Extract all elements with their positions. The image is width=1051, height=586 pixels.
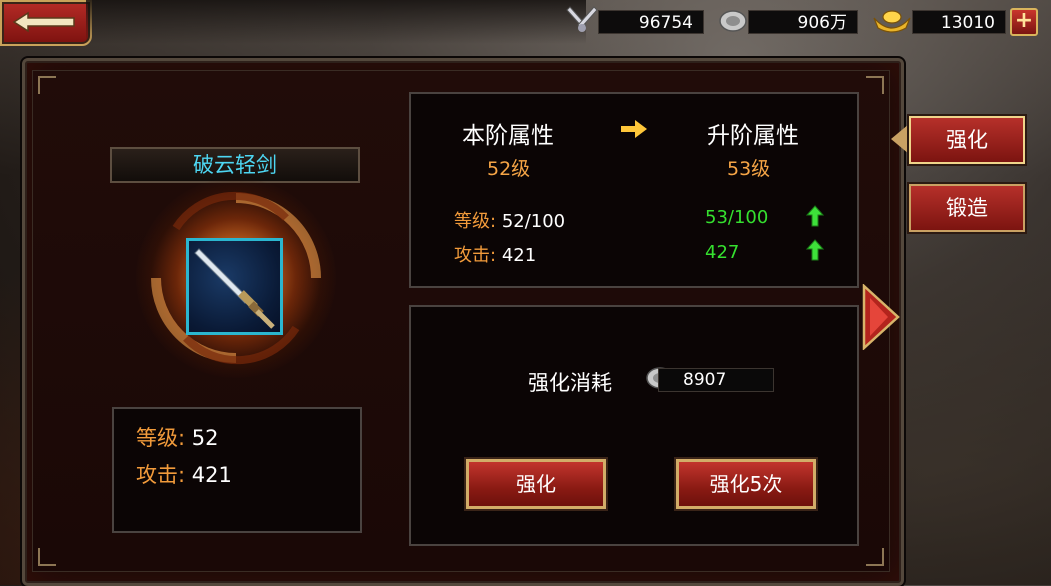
item-attack-row: 攻击: 421 bbox=[136, 459, 232, 489]
increase-arrow-icon bbox=[806, 205, 824, 227]
current-tier-header: 本阶属性 bbox=[462, 123, 554, 149]
frame-corner-ornament bbox=[38, 548, 56, 566]
next-level-value: 53/100 bbox=[705, 207, 769, 228]
add-gold-button[interactable]: + bbox=[1010, 8, 1038, 36]
current-attack-row: 攻击: 421 bbox=[454, 241, 536, 267]
item-slot[interactable] bbox=[186, 238, 283, 335]
next-tier-header: 升阶属性 bbox=[707, 123, 799, 149]
current-attack-label: 攻击: bbox=[454, 245, 497, 266]
next-page-arrow-icon[interactable] bbox=[862, 284, 900, 350]
top-bar-background bbox=[86, 0, 586, 44]
increase-arrow-icon bbox=[806, 239, 824, 261]
enhance-once-button[interactable]: 强化 bbox=[466, 459, 606, 509]
frame-corner-ornament bbox=[866, 548, 884, 566]
tab-forge[interactable]: 锻造 bbox=[909, 184, 1025, 232]
silver-value: 906万 bbox=[748, 10, 858, 34]
item-attack-value: 421 bbox=[191, 463, 232, 487]
tab-enhance[interactable]: 强化 bbox=[909, 116, 1025, 164]
gold-value: 13010 bbox=[912, 10, 1006, 34]
current-tier-level: 52级 bbox=[487, 158, 531, 180]
frame-corner-ornament bbox=[866, 76, 884, 94]
silver-coin-icon bbox=[719, 10, 747, 32]
right-arrow-icon bbox=[621, 120, 647, 138]
back-button[interactable] bbox=[0, 0, 92, 46]
current-attack-value: 421 bbox=[501, 245, 537, 266]
sword-icon bbox=[194, 248, 275, 329]
enhance-cost-value: 8907 bbox=[658, 368, 774, 392]
item-level-label: 等级: bbox=[136, 426, 186, 450]
item-level-row: 等级: 52 bbox=[136, 422, 219, 452]
next-attack-value: 427 bbox=[705, 242, 740, 263]
item-attack-label: 攻击: bbox=[136, 463, 186, 487]
current-level-label: 等级: bbox=[454, 211, 497, 232]
back-arrow-icon bbox=[12, 11, 75, 33]
gold-ingot-icon bbox=[873, 10, 911, 33]
item-level-value: 52 bbox=[191, 426, 219, 450]
enhance-five-times-button[interactable]: 强化5次 bbox=[676, 459, 816, 509]
current-level-row: 等级: 52/100 bbox=[454, 207, 565, 233]
tab-pointer-icon bbox=[891, 124, 909, 154]
frame-corner-ornament bbox=[38, 76, 56, 94]
crossed-swords-icon bbox=[566, 6, 598, 32]
combat-power-value: 96754 bbox=[598, 10, 704, 34]
enhance-cost-label: 强化消耗 bbox=[528, 371, 612, 395]
current-level-value: 52/100 bbox=[501, 211, 566, 232]
enhance-panel bbox=[409, 305, 859, 546]
next-tier-level: 53级 bbox=[727, 158, 771, 180]
